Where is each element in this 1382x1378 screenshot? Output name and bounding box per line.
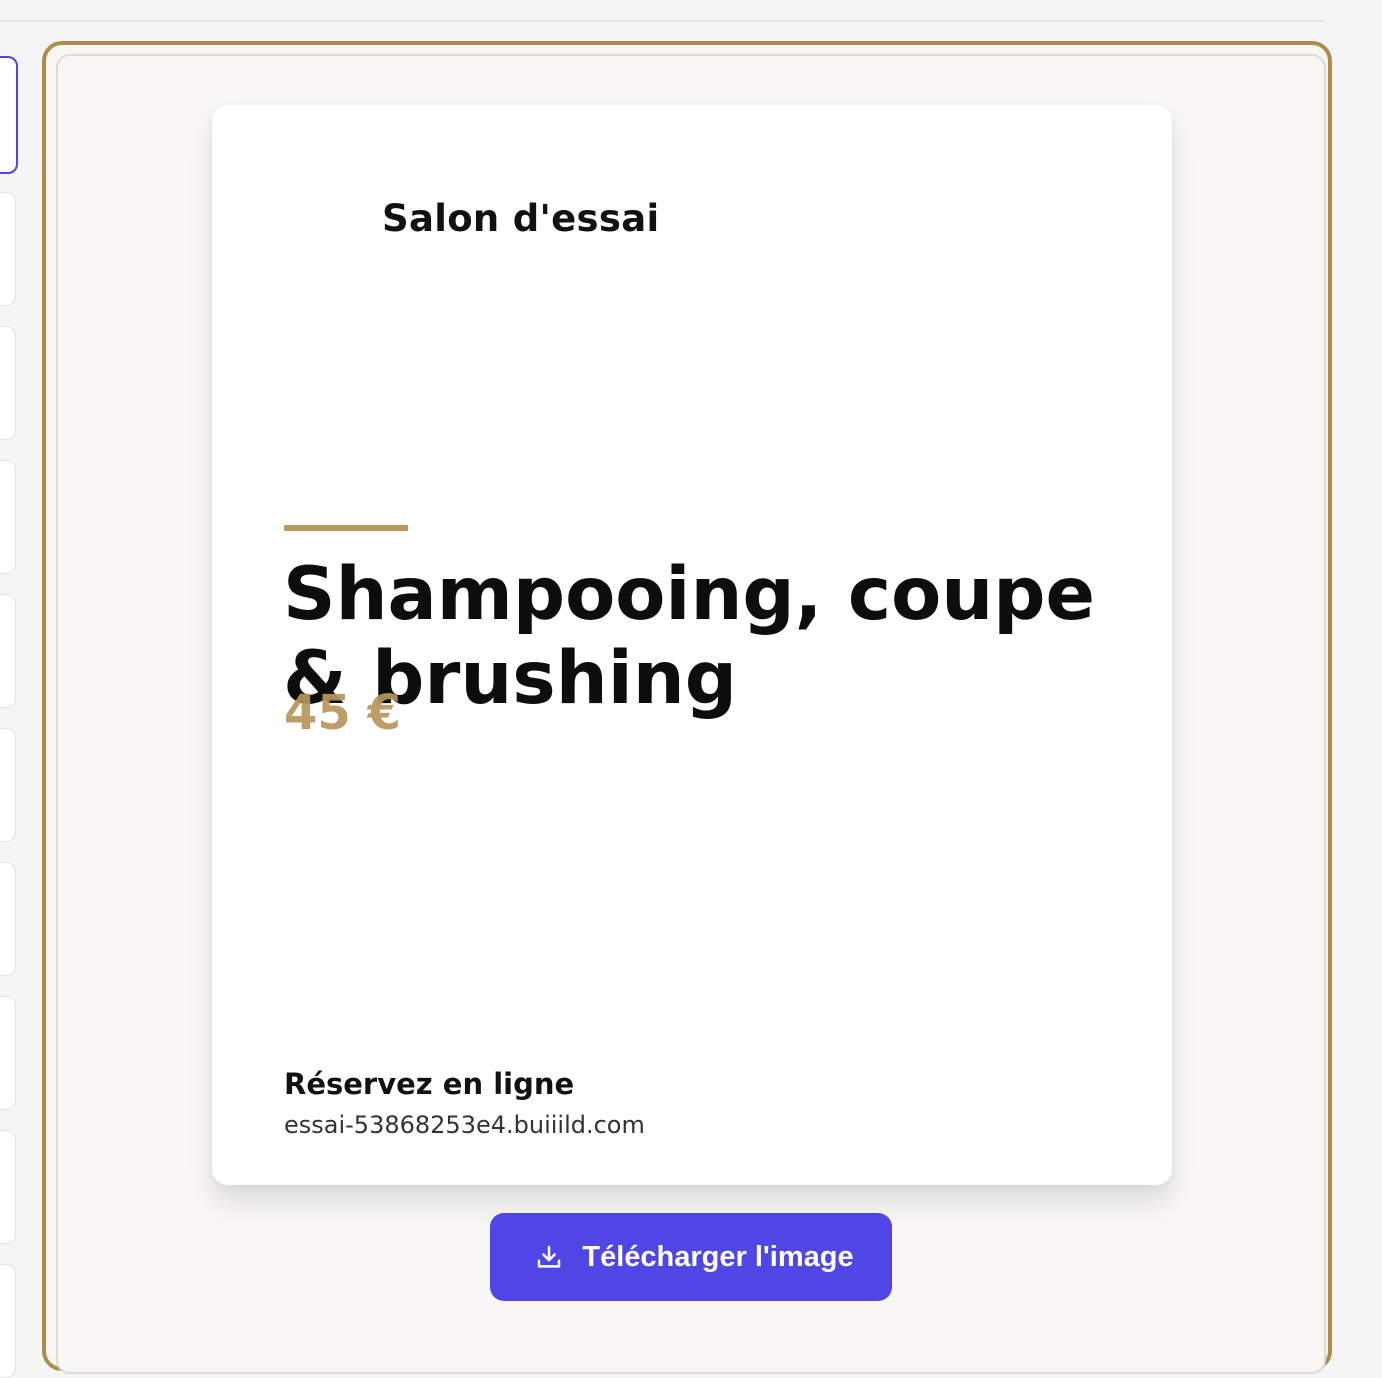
service-price: 45 € (284, 685, 401, 741)
template-card[interactable] (0, 1264, 16, 1378)
template-card[interactable] (0, 460, 16, 574)
template-card[interactable] (0, 594, 16, 708)
template-card[interactable] (0, 996, 16, 1110)
template-card-selected[interactable] (0, 56, 18, 174)
salon-name: Salon d'essai (382, 197, 660, 240)
service-title: Shampooing, coupe & brushing (283, 552, 1095, 721)
template-card[interactable] (0, 862, 16, 976)
accent-line (284, 525, 408, 531)
top-divider (0, 20, 1326, 22)
template-card[interactable] (0, 326, 16, 440)
template-card[interactable] (0, 192, 16, 306)
poster-preview: Salon d'essai Shampooing, coupe & brushi… (212, 105, 1172, 1185)
download-button-label: Télécharger l'image (582, 1240, 854, 1273)
template-card[interactable] (0, 1130, 16, 1244)
download-image-button[interactable]: Télécharger l'image (490, 1213, 892, 1301)
template-list (0, 0, 20, 1378)
template-card[interactable] (0, 728, 16, 842)
booking-label: Réservez en ligne (284, 1067, 575, 1101)
booking-url: essai-53868253e4.buiiild.com (284, 1111, 645, 1139)
download-icon (534, 1242, 564, 1272)
